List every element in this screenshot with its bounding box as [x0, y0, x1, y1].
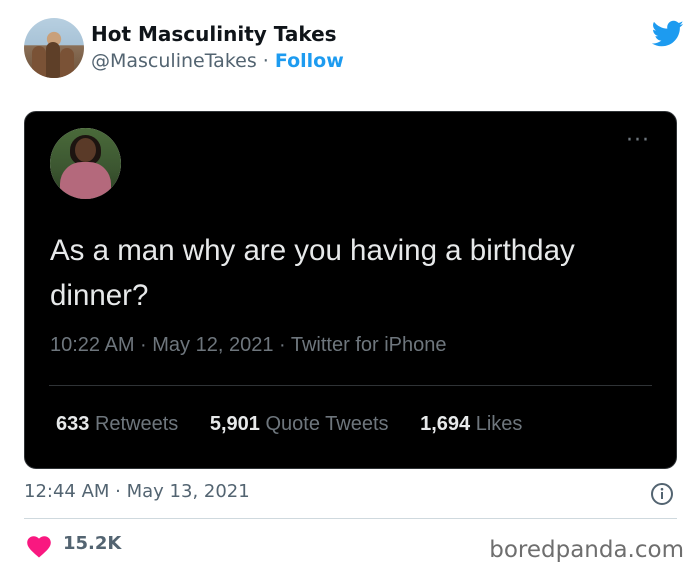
- quoted-tweet-stats: 633 Retweets 5,901 Quote Tweets 1,694 Li…: [56, 413, 548, 436]
- stat-likes: 1,694 Likes: [420, 413, 522, 435]
- handle-separator: ·: [256, 50, 275, 72]
- quoted-tweet-meta: 10:22 AM · May 12, 2021 · Twitter for iP…: [50, 334, 447, 356]
- stat-quote-tweets: 5,901 Quote Tweets: [210, 413, 389, 435]
- twitter-bird-icon[interactable]: [652, 20, 684, 48]
- tweet-header: Hot Masculinity Takes @MasculineTakes · …: [24, 18, 684, 80]
- author-handle-line: @MasculineTakes · Follow: [91, 48, 344, 74]
- author-info: Hot Masculinity Takes @MasculineTakes · …: [91, 21, 344, 74]
- heart-icon[interactable]: [27, 536, 51, 558]
- more-options-icon: ···: [626, 128, 650, 153]
- stat-label: Quote Tweets: [265, 413, 389, 435]
- author-handle[interactable]: @MasculineTakes: [91, 50, 257, 72]
- stat-number: 633: [56, 413, 90, 435]
- stat-number: 1,694: [420, 413, 471, 435]
- author-avatar[interactable]: [24, 18, 84, 78]
- stat-label: Likes: [475, 413, 523, 435]
- footer-divider: [24, 518, 677, 519]
- quoted-tweet-screenshot: ··· As a man why are you having a birthd…: [24, 111, 677, 469]
- author-name[interactable]: Hot Masculinity Takes: [91, 21, 344, 47]
- stat-retweets: 633 Retweets: [56, 413, 178, 435]
- like-count[interactable]: 15.2K: [63, 533, 121, 554]
- stat-number: 5,901: [209, 413, 260, 435]
- divider: [49, 385, 652, 386]
- info-icon[interactable]: [650, 482, 674, 506]
- tweet-timestamp[interactable]: 12:44 AM · May 13, 2021: [24, 481, 250, 502]
- quoted-tweet-text: As a man why are you having a birthday d…: [50, 234, 575, 312]
- stat-label: Retweets: [94, 413, 179, 435]
- watermark: boredpanda.com: [489, 537, 684, 563]
- quoted-author-avatar: [50, 128, 121, 199]
- follow-button[interactable]: Follow: [275, 50, 344, 72]
